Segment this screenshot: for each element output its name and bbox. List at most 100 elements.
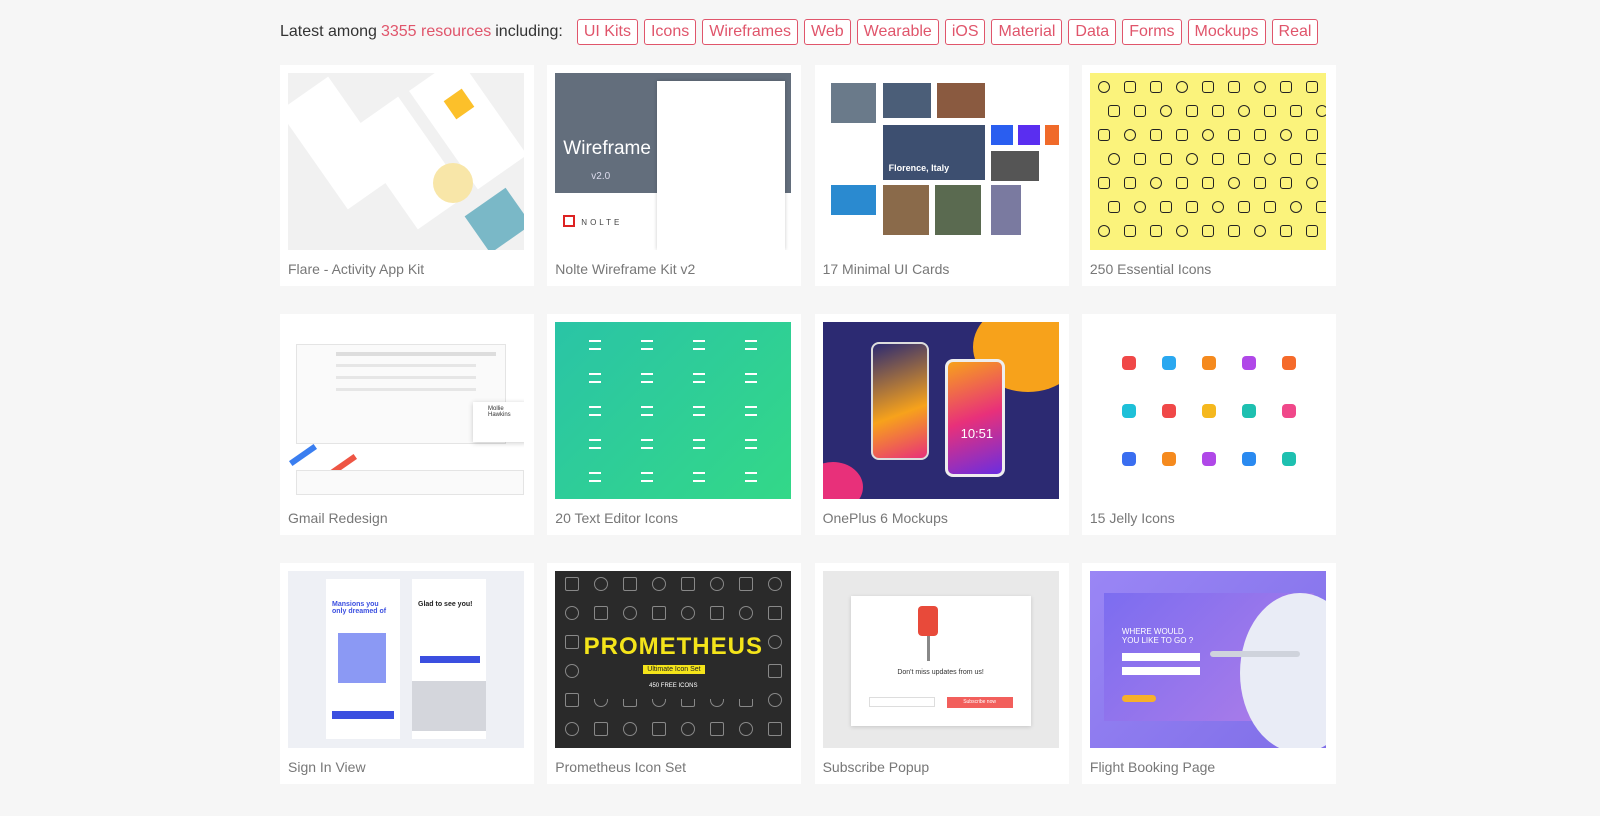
text-format-icon xyxy=(745,373,758,383)
resource-title: Sign In View xyxy=(288,759,366,775)
tag-web[interactable]: Web xyxy=(804,19,851,45)
thumb-subscribe: Subscribe now xyxy=(946,697,1013,708)
outline-icon xyxy=(1237,201,1250,213)
text-format-icon xyxy=(693,406,706,416)
outline-icon xyxy=(710,606,725,620)
text-format-icon xyxy=(693,439,706,449)
outline-icon xyxy=(1097,177,1110,189)
jelly-icon xyxy=(1241,404,1256,418)
resource-card[interactable]: Florence, Italy 17 Minimal UI Cards xyxy=(814,65,1069,286)
resource-title: Subscribe Popup xyxy=(822,759,930,775)
text-format-icon xyxy=(641,373,654,383)
text-format-icon xyxy=(589,340,602,350)
resource-title: OnePlus 6 Mockups xyxy=(822,510,948,526)
resource-card[interactable]: Mollie Hawkins Gmail Redesign xyxy=(280,314,534,535)
outline-icon xyxy=(652,722,667,736)
header-suffix: including: xyxy=(495,23,563,40)
outline-icon xyxy=(565,722,580,736)
tag-material[interactable]: Material xyxy=(991,19,1063,45)
resource-card[interactable]: PROMETHEUS Ultimate Icon Set 450 FREE IC… xyxy=(547,563,802,784)
outline-icon xyxy=(710,577,725,591)
text-format-icon xyxy=(641,406,654,416)
outline-icon xyxy=(1263,201,1276,213)
outline-icon xyxy=(565,664,580,678)
tag-wearable[interactable]: Wearable xyxy=(856,19,939,45)
outline-icon xyxy=(1185,201,1198,213)
resource-card[interactable]: Flare - Activity App Kit xyxy=(280,65,534,286)
outline-icon xyxy=(1227,129,1240,141)
text-format-icon xyxy=(641,439,654,449)
jelly-icon xyxy=(1121,356,1136,370)
outline-icon xyxy=(768,664,783,678)
resource-card[interactable]: 20 Text Editor Icons xyxy=(547,314,802,535)
resource-card[interactable]: Don't miss updates from us! Subscribe no… xyxy=(814,563,1069,784)
resource-card[interactable]: Mansions you only dreamed of Glad to see… xyxy=(280,563,534,784)
outline-icon xyxy=(1315,201,1326,213)
outline-icon xyxy=(1201,177,1214,189)
resource-thumbnail xyxy=(1089,322,1326,499)
outline-icon xyxy=(1211,153,1224,165)
thumb-version: v2.0 xyxy=(591,171,611,182)
outline-icon xyxy=(681,577,696,591)
outline-icon xyxy=(1175,129,1188,141)
text-format-icon xyxy=(589,472,602,482)
resource-thumbnail xyxy=(1089,73,1326,250)
jelly-icon xyxy=(1201,356,1216,370)
resource-card[interactable]: 250 Essential Icons xyxy=(1081,65,1336,286)
jelly-icon xyxy=(1201,452,1216,466)
resources-count-link[interactable]: 3355 resources xyxy=(381,23,491,41)
thumb-logo: PROMETHEUS xyxy=(583,633,763,660)
outline-icon xyxy=(681,606,696,620)
outline-icon xyxy=(1159,105,1172,117)
outline-icon xyxy=(768,606,783,620)
outline-icon xyxy=(1253,177,1266,189)
tag-data[interactable]: Data xyxy=(1068,19,1117,45)
outline-icon xyxy=(739,606,754,620)
outline-icon xyxy=(1237,153,1250,165)
thumb-contact: Mollie Hawkins xyxy=(488,406,511,418)
jelly-icon xyxy=(1161,404,1176,418)
outline-icon xyxy=(1227,177,1240,189)
text-format-icon xyxy=(693,340,706,350)
resource-card[interactable]: 10:51 OnePlus 6 Mockups xyxy=(814,314,1069,535)
text-format-icon xyxy=(641,340,654,350)
tag-ui-kits[interactable]: UI Kits xyxy=(576,19,638,45)
outline-icon xyxy=(623,722,638,736)
jelly-icon xyxy=(1241,452,1256,466)
resource-card[interactable]: Wireframe Kit v2.0 NOLTE Nolte Wireframe… xyxy=(547,65,802,286)
resource-title: Prometheus Icon Set xyxy=(555,759,687,775)
outline-icon xyxy=(1133,105,1146,117)
outline-icon xyxy=(1227,81,1240,93)
outline-icon xyxy=(1133,153,1146,165)
tag-wireframes[interactable]: Wireframes xyxy=(702,19,799,45)
outline-icon xyxy=(1315,105,1326,117)
resource-title: Flight Booking Page xyxy=(1089,759,1216,775)
thumb-sub2: 450 FREE ICONS xyxy=(649,683,698,689)
resource-card[interactable]: WHERE WOULD YOU LIKE TO GO ? Flight Book… xyxy=(1081,563,1336,784)
outline-icon xyxy=(1253,81,1266,93)
tag-forms[interactable]: Forms xyxy=(1122,19,1182,45)
outline-icon xyxy=(1185,105,1198,117)
text-format-icon xyxy=(745,439,758,449)
resource-title: Gmail Redesign xyxy=(288,510,388,526)
resource-thumbnail: Mansions you only dreamed of Glad to see… xyxy=(288,571,524,748)
outline-icon xyxy=(1097,225,1110,237)
outline-icon xyxy=(1211,201,1224,213)
outline-icon xyxy=(1175,81,1188,93)
outline-icon xyxy=(1159,201,1172,213)
outline-icon xyxy=(1237,105,1250,117)
resource-card[interactable]: 15 Jelly Icons xyxy=(1081,314,1336,535)
thumb-greeting: Glad to see you! xyxy=(418,601,473,608)
tag-mockups[interactable]: Mockups xyxy=(1187,19,1266,45)
thumb-clock: 10:51 xyxy=(960,426,994,441)
text-format-icon xyxy=(589,406,602,416)
tag-icons[interactable]: Icons xyxy=(643,19,697,45)
tag-real[interactable]: Real xyxy=(1271,19,1319,45)
outline-icon xyxy=(710,722,725,736)
thumb-headline: Mansions you only dreamed of xyxy=(332,601,387,615)
resource-title: Flare - Activity App Kit xyxy=(288,261,425,277)
thumb-sub: Ultimate Icon Set xyxy=(643,665,705,674)
outline-icon xyxy=(739,722,754,736)
tag-ios[interactable]: iOS xyxy=(944,19,986,45)
outline-icon xyxy=(1253,225,1266,237)
